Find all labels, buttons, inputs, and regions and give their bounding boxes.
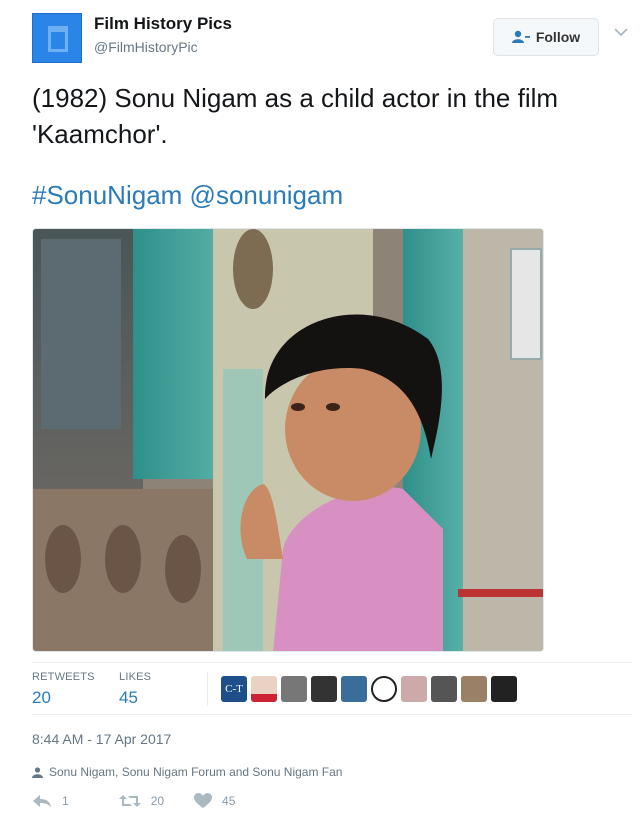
liker-avatar[interactable] (461, 676, 487, 702)
timestamp[interactable]: 8:44 AM - 17 Apr 2017 (32, 731, 171, 747)
tweet-photo[interactable] (32, 228, 544, 652)
tweet-text: (1982) Sonu Nigam as a child actor in th… (32, 83, 559, 149)
liker-avatar[interactable] (491, 676, 517, 702)
reply-context: Sonu Nigam, Sonu Nigam Forum and Sonu Ni… (32, 765, 342, 779)
logo-icon (48, 26, 68, 52)
photo-illustration (33, 229, 543, 651)
retweet-count: 20 (150, 794, 165, 808)
reply-icon (33, 795, 51, 807)
retweet-button[interactable]: 20 (118, 794, 165, 808)
liker-avatar[interactable] (281, 676, 307, 702)
mention-link[interactable]: @sonunigam (190, 180, 344, 210)
reply-context-text[interactable]: Sonu Nigam, Sonu Nigam Forum and Sonu Ni… (49, 765, 342, 779)
like-count: 45 (222, 794, 236, 808)
display-name[interactable]: Film History Pics (94, 14, 232, 34)
liker-avatar[interactable] (371, 676, 397, 702)
likes-count[interactable]: 45 (119, 688, 138, 708)
hashtag-link[interactable]: #SonuNigam (32, 180, 182, 210)
reply-button[interactable]: 1 (32, 794, 69, 808)
user-handle[interactable]: @FilmHistoryPic (94, 39, 198, 55)
tweet-actions: 1 20 45 (32, 793, 265, 809)
likers-avatars: C-T (221, 676, 517, 702)
follow-label: Follow (535, 29, 581, 45)
retweet-icon (118, 795, 141, 807)
divider (32, 662, 632, 663)
liker-avatar[interactable] (341, 676, 367, 702)
retweets-label: RETWEETS (32, 671, 95, 683)
liker-avatar[interactable] (311, 676, 337, 702)
liker-avatar[interactable] (401, 676, 427, 702)
tweet-tags: #SonuNigam @sonunigam (32, 180, 343, 211)
heart-icon (194, 793, 213, 808)
follow-button[interactable]: Follow (493, 18, 599, 56)
add-user-icon (511, 30, 530, 43)
liker-avatar[interactable]: C-T (221, 676, 247, 702)
stats-divider (207, 672, 208, 706)
liker-avatar[interactable] (431, 676, 457, 702)
divider (32, 714, 632, 715)
liker-avatar[interactable] (251, 676, 277, 702)
likes-label: LIKES (119, 671, 152, 683)
chevron-down-icon[interactable] (614, 27, 628, 37)
person-icon (32, 766, 43, 778)
avatar[interactable] (32, 13, 82, 63)
retweets-count[interactable]: 20 (32, 688, 51, 708)
reply-count: 1 (62, 794, 69, 808)
like-button[interactable]: 45 (194, 793, 235, 809)
